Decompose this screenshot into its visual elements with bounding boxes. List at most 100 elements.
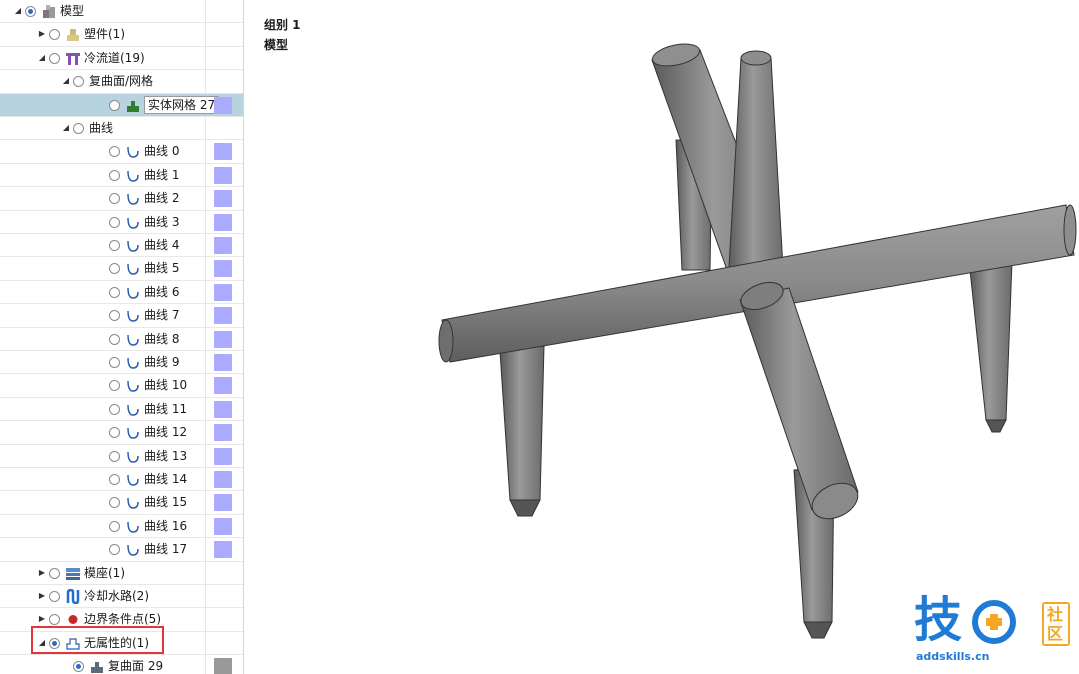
expand-arrow-icon[interactable]: ◢: [37, 53, 47, 62]
curve-icon: [125, 238, 141, 253]
visibility-radio[interactable]: [109, 544, 120, 556]
visibility-radio[interactable]: [25, 6, 36, 17]
visibility-radio[interactable]: [109, 169, 120, 181]
visibility-radio[interactable]: [109, 474, 120, 485]
tree-row[interactable]: 曲线 2: [0, 187, 243, 211]
visibility-radio[interactable]: [109, 146, 120, 158]
drop-left: [499, 345, 545, 517]
visibility-radio[interactable]: [109, 380, 120, 392]
tree-row[interactable]: ◢ 冷流道(19): [0, 47, 243, 71]
visibility-radio[interactable]: [109, 497, 120, 509]
tree-row[interactable]: 曲线 16: [0, 515, 243, 539]
color-swatch[interactable]: [214, 260, 232, 278]
visibility-radio[interactable]: [73, 661, 84, 673]
color-swatch[interactable]: [214, 237, 232, 254]
tree-item-label: 曲线 14: [144, 472, 188, 486]
tree-row[interactable]: 曲线 13: [0, 445, 243, 468]
visibility-radio[interactable]: [73, 123, 84, 134]
expand-arrow-icon[interactable]: ◢: [13, 6, 23, 15]
color-swatch[interactable]: [214, 517, 232, 535]
visibility-radio[interactable]: [49, 29, 60, 41]
collapse-arrow-icon[interactable]: ▶: [37, 568, 47, 577]
collapse-arrow-icon[interactable]: ▶: [37, 614, 47, 623]
visibility-radio[interactable]: [109, 193, 120, 205]
tree-row[interactable]: 曲线 3: [0, 211, 243, 234]
visibility-radio[interactable]: [73, 76, 84, 88]
tree-row[interactable]: ▶ 塑件(1): [0, 23, 243, 47]
color-swatch[interactable]: [214, 541, 232, 559]
tree-row[interactable]: 曲线 7: [0, 304, 243, 328]
color-swatch[interactable]: [214, 330, 232, 348]
tree-row[interactable]: 曲线 9: [0, 351, 243, 375]
tree-row[interactable]: ◢ 曲线: [0, 117, 243, 141]
visibility-radio[interactable]: [49, 567, 60, 579]
color-swatch[interactable]: [214, 658, 232, 674]
visibility-radio[interactable]: [109, 263, 120, 275]
tree-row[interactable]: 曲线 8: [0, 328, 243, 351]
collapse-arrow-icon[interactable]: ▶: [37, 29, 47, 38]
visibility-radio[interactable]: [109, 99, 120, 111]
3d-viewport[interactable]: 组别 1 模型: [244, 0, 1079, 674]
color-swatch[interactable]: [214, 213, 232, 231]
visibility-radio[interactable]: [109, 240, 120, 251]
tree-row[interactable]: ◢ 复曲面/网格: [0, 70, 243, 94]
tree-row[interactable]: 曲线 17: [0, 538, 243, 562]
tree-row[interactable]: ▶ 模座(1): [0, 562, 243, 585]
color-swatch[interactable]: [214, 190, 232, 208]
tree-row[interactable]: 曲线 6: [0, 281, 243, 305]
tree-item-label: 模型: [60, 4, 85, 18]
color-swatch[interactable]: [214, 96, 232, 114]
visibility-radio[interactable]: [49, 637, 60, 649]
tree-row[interactable]: 曲线 11: [0, 398, 243, 422]
tree-row[interactable]: 曲线 15: [0, 491, 243, 515]
visibility-radio[interactable]: [109, 520, 120, 532]
rename-input[interactable]: 实体网格 27: [144, 95, 220, 114]
tree-row[interactable]: 复曲面 29: [0, 655, 243, 674]
runner-model[interactable]: [244, 0, 1079, 674]
visibility-radio[interactable]: [109, 310, 120, 322]
visibility-radio[interactable]: [49, 591, 60, 602]
visibility-radio[interactable]: [109, 403, 120, 415]
tree-row[interactable]: 曲线 1: [0, 164, 243, 188]
cooling-channel-icon: [65, 588, 81, 605]
color-swatch[interactable]: [214, 424, 232, 442]
color-swatch[interactable]: [214, 494, 232, 512]
visibility-radio[interactable]: [109, 427, 120, 439]
tree-row[interactable]: 实体网格 27: [0, 93, 243, 117]
collapse-arrow-icon[interactable]: ▶: [37, 591, 47, 600]
color-swatch[interactable]: [214, 400, 232, 418]
tree-row[interactable]: 曲线 0: [0, 140, 243, 164]
tree-row[interactable]: 曲线 5: [0, 257, 243, 281]
tree-row[interactable]: 曲线 12: [0, 421, 243, 445]
expand-arrow-icon[interactable]: ◢: [61, 123, 71, 132]
visibility-radio[interactable]: [109, 286, 120, 298]
tree-row[interactable]: 曲线 10: [0, 374, 243, 398]
color-swatch[interactable]: [214, 307, 232, 325]
color-swatch[interactable]: [214, 354, 232, 371]
tree-row[interactable]: 曲线 14: [0, 468, 243, 492]
visibility-radio[interactable]: [109, 216, 120, 228]
tree-row[interactable]: ◢ 无属性的(1): [0, 632, 243, 656]
visibility-radio[interactable]: [49, 614, 60, 626]
tree-row[interactable]: ▶ 边界条件点(5): [0, 608, 243, 632]
color-swatch[interactable]: [214, 283, 232, 301]
visibility-radio[interactable]: [109, 333, 120, 345]
color-swatch[interactable]: [214, 471, 232, 488]
tree-row[interactable]: ◢ 模型: [0, 0, 243, 24]
curve-icon: [125, 472, 141, 487]
solid-mesh-icon: [125, 98, 141, 113]
visibility-radio[interactable]: [109, 450, 120, 462]
visibility-radio[interactable]: [109, 357, 120, 368]
tree-item-label: 曲线 13: [144, 448, 188, 463]
expand-arrow-icon[interactable]: ◢: [37, 638, 47, 647]
logo-side-bottom: 区: [1047, 624, 1064, 643]
color-swatch[interactable]: [214, 143, 232, 161]
expand-arrow-icon[interactable]: ◢: [61, 76, 71, 85]
color-swatch[interactable]: [214, 447, 232, 465]
tree-row[interactable]: 曲线 4: [0, 234, 243, 258]
tree-item-label: 曲线 3: [144, 214, 180, 229]
color-swatch[interactable]: [214, 377, 232, 395]
color-swatch[interactable]: [214, 166, 232, 184]
visibility-radio[interactable]: [49, 52, 60, 64]
tree-row[interactable]: ▶ 冷却水路(2): [0, 585, 243, 609]
